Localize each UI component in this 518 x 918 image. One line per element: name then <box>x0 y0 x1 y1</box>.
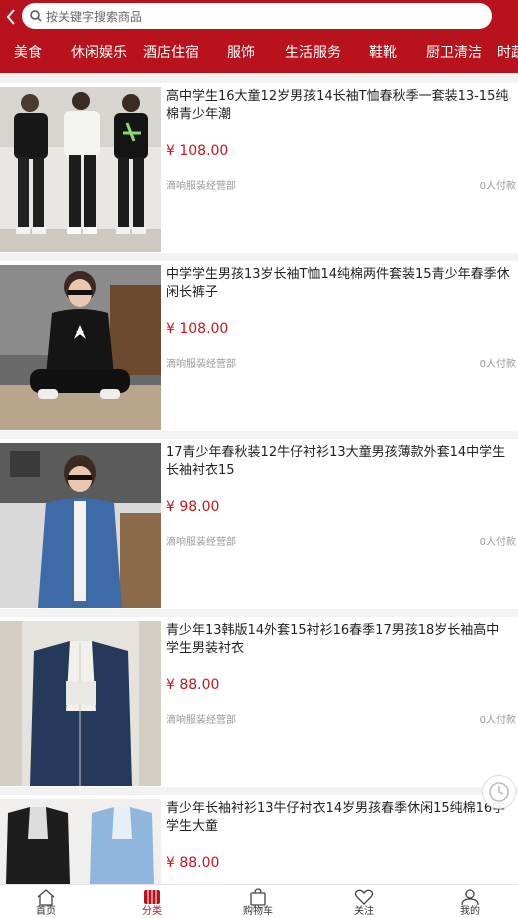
separator <box>0 253 518 261</box>
product-price: ¥ 108.00 <box>166 321 229 337</box>
divider <box>0 73 518 83</box>
product-image[interactable] <box>0 621 161 786</box>
payer-count: 0人付款 <box>479 715 516 726</box>
product-card[interactable]: 17青少年春秋装12牛仔衬衫13大童男孩薄款外套14中学生长袖衬衣15 ¥ 98… <box>0 439 518 609</box>
floating-action-button[interactable] <box>482 775 516 809</box>
tab-category-label: 分类 <box>142 906 162 917</box>
separator <box>0 787 518 795</box>
category-item-life-service[interactable]: 生活服务 <box>285 33 341 73</box>
back-button[interactable] <box>0 0 22 33</box>
category-item-vegetables[interactable]: 时蔬 <box>497 33 518 73</box>
home-icon <box>37 889 55 906</box>
product-price: ¥ 98.00 <box>166 499 220 515</box>
product-title[interactable]: 中学学生男孩13岁长袖T恤14纯棉两件套装15青少年春季休闲长裤子 <box>166 266 512 302</box>
product-price: ¥ 88.00 <box>166 677 220 693</box>
category-item-kitchen[interactable]: 厨卫清洁 <box>426 33 482 73</box>
category-item-food[interactable]: 美食 <box>14 33 42 73</box>
product-price: ¥ 88.00 <box>166 855 220 871</box>
product-image[interactable] <box>0 799 161 884</box>
product-title[interactable]: 青少年13韩版14外套15衬衫16春季17男孩18岁长袖高中学生男装衬衣 <box>166 622 512 658</box>
category-item-leisure[interactable]: 休闲娱乐 <box>71 33 127 73</box>
cart-icon <box>250 888 266 906</box>
product-image[interactable] <box>0 87 161 252</box>
tab-home[interactable]: 首页 <box>11 885 81 918</box>
top-bar: 按关键字搜索商品 <box>0 0 518 33</box>
product-title[interactable]: 17青少年春秋装12牛仔衬衫13大童男孩薄款外套14中学生长袖衬衣15 <box>166 444 512 480</box>
category-item-hotel[interactable]: 酒店住宿 <box>143 33 199 73</box>
shop-name: 滴响服装经营部 <box>166 181 236 192</box>
tab-follow-label: 关注 <box>354 906 374 917</box>
tab-mine-label: 我的 <box>460 906 480 917</box>
heart-icon <box>354 889 374 905</box>
category-item-clothing[interactable]: 服饰 <box>227 33 255 73</box>
product-card[interactable]: 青少年长袖衬衫13牛仔衬衣14岁男孩春季休闲15纯棉16学学生大童 ¥ 88.0… <box>0 795 518 884</box>
product-card[interactable]: 中学学生男孩13岁长袖T恤14纯棉两件套装15青少年春季休闲长裤子 ¥ 108.… <box>0 261 518 431</box>
search-placeholder: 按关键字搜索商品 <box>46 9 143 24</box>
product-title[interactable]: 青少年长袖衬衫13牛仔衬衣14岁男孩春季休闲15纯棉16学学生大童 <box>166 800 512 836</box>
search-icon <box>30 10 42 22</box>
user-icon <box>461 889 479 906</box>
chevron-left-icon <box>6 8 15 25</box>
separator <box>0 609 518 617</box>
shop-name: 滴响服装经营部 <box>166 537 236 548</box>
shop-name: 滴响服装经营部 <box>166 359 236 370</box>
tab-category[interactable]: 分类 <box>117 885 187 918</box>
separator <box>0 431 518 439</box>
bottom-tab-bar: 首页 分类 购物车 关注 我的 <box>0 884 518 918</box>
product-card[interactable]: 青少年13韩版14外套15衬衫16春季17男孩18岁长袖高中学生男装衬衣 ¥ 8… <box>0 617 518 787</box>
search-input[interactable]: 按关键字搜索商品 <box>22 3 492 29</box>
product-card[interactable]: 高中学生16大童12岁男孩14长袖T恤春秋季一套装13-15纯棉青少年潮 ¥ 1… <box>0 83 518 253</box>
tab-cart-label: 购物车 <box>243 906 273 917</box>
tab-home-label: 首页 <box>36 906 56 917</box>
category-icon <box>144 890 160 904</box>
clock-icon <box>489 782 509 802</box>
tab-mine[interactable]: 我的 <box>435 885 505 918</box>
category-nav: 美食 休闲娱乐 酒店住宿 服饰 生活服务 鞋靴 厨卫清洁 时蔬 <box>0 33 518 73</box>
payer-count: 0人付款 <box>479 181 516 192</box>
payer-count: 0人付款 <box>479 537 516 548</box>
product-image[interactable] <box>0 265 161 430</box>
shop-name: 滴响服装经营部 <box>166 715 236 726</box>
product-title[interactable]: 高中学生16大童12岁男孩14长袖T恤春秋季一套装13-15纯棉青少年潮 <box>166 88 512 124</box>
tab-cart[interactable]: 购物车 <box>223 885 293 918</box>
payer-count: 0人付款 <box>479 359 516 370</box>
tab-follow[interactable]: 关注 <box>329 885 399 918</box>
product-price: ¥ 108.00 <box>166 143 229 159</box>
product-image[interactable] <box>0 443 161 608</box>
category-item-shoes[interactable]: 鞋靴 <box>369 33 397 73</box>
